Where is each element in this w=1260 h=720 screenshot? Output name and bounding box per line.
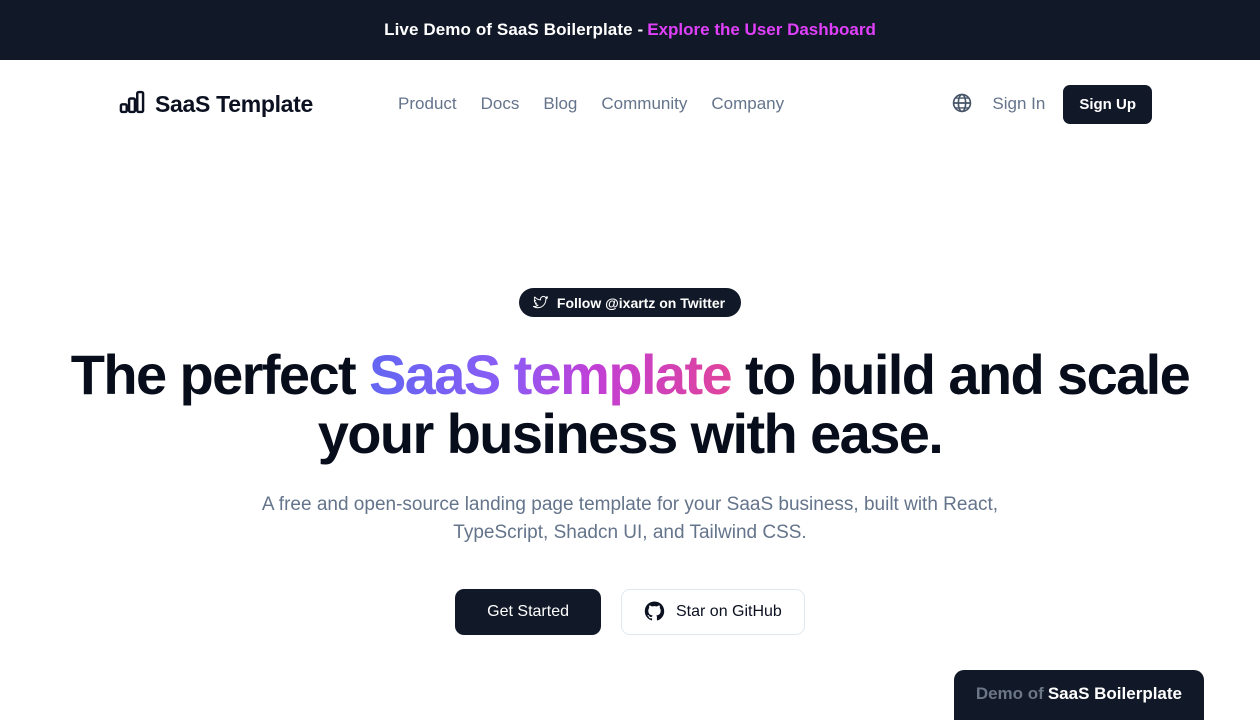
language-switcher-button[interactable]	[950, 92, 974, 116]
nav-link-community[interactable]: Community	[601, 94, 687, 114]
demo-badge-prefix: Demo of	[975, 684, 1044, 703]
main-navbar: SaaS Template Product Docs Blog Communit…	[54, 60, 1206, 148]
announcement-banner: Live Demo of SaaS Boilerplate - Explore …	[0, 0, 1260, 60]
navbar-actions: Sign In Sign Up	[950, 84, 1152, 124]
twitter-follow-badge[interactable]: Follow @ixartz on Twitter	[518, 288, 742, 317]
hero-headline: The perfect SaaS template to build and s…	[0, 345, 1260, 464]
nav-link-docs[interactable]: Docs	[481, 94, 520, 114]
hero-headline-highlight: SaaS template	[369, 343, 733, 406]
hero-headline-part1: The perfect	[70, 343, 370, 406]
github-icon	[644, 601, 665, 622]
sign-in-link[interactable]: Sign In	[992, 94, 1045, 114]
announcement-banner-link[interactable]: Explore the User Dashboard	[647, 20, 876, 40]
nav-links: Product Docs Blog Community Company	[398, 94, 784, 114]
brand-logo[interactable]: SaaS Template	[118, 88, 313, 121]
globe-icon	[951, 92, 973, 117]
star-on-github-label: Star on GitHub	[676, 602, 782, 620]
nav-link-blog[interactable]: Blog	[543, 94, 577, 114]
brand-name: SaaS Template	[155, 90, 314, 117]
announcement-banner-text: Live Demo of SaaS Boilerplate -	[384, 20, 644, 39]
twitter-bird-icon	[532, 294, 549, 311]
twitter-follow-badge-label: Follow @ixartz on Twitter	[556, 294, 726, 311]
hero-section: Follow @ixartz on Twitter The perfect Sa…	[0, 148, 1260, 635]
demo-badge-name: SaaS Boilerplate	[1047, 684, 1182, 703]
bar-chart-icon	[118, 88, 146, 121]
hero-subtitle: A free and open-source landing page temp…	[261, 493, 999, 543]
nav-link-company[interactable]: Company	[711, 94, 784, 114]
star-on-github-button[interactable]: Star on GitHub	[621, 588, 805, 635]
demo-badge[interactable]: Demo of SaaS Boilerplate	[953, 670, 1204, 720]
get-started-button[interactable]: Get Started	[455, 588, 601, 635]
hero-cta-row: Get Started Star on GitHub	[0, 588, 1260, 635]
nav-link-product[interactable]: Product	[398, 94, 457, 114]
sign-up-button[interactable]: Sign Up	[1063, 84, 1152, 124]
